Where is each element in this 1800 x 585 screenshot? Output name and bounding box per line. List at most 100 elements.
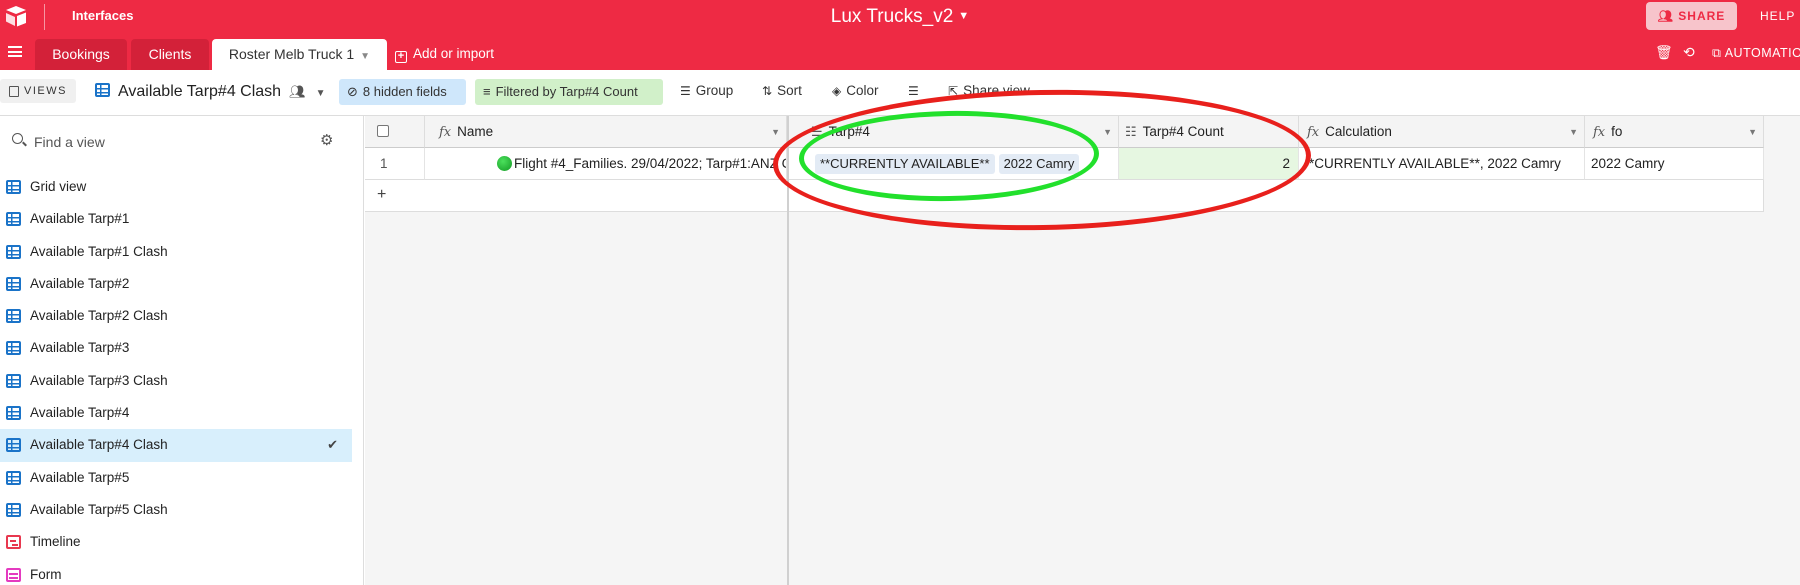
view-item-available-tarp1[interactable]: Available Tarp#1	[0, 203, 352, 235]
add-row-area[interactable]	[789, 180, 1764, 212]
gear-icon[interactable]: ⚙	[320, 131, 333, 149]
automations-icon: ⧉	[1712, 46, 1725, 60]
current-view-switcher[interactable]: Available Tarp#4 Clash 👥︎ ▼	[95, 83, 326, 101]
view-item-label: Form	[30, 566, 62, 582]
collaborative-view-icon: 👥︎	[289, 84, 306, 99]
table-row-tarp4-count-cell[interactable]: 2	[1119, 148, 1299, 180]
chevron-down-icon[interactable]: ▼	[958, 10, 969, 22]
column-header-tarp4-count[interactable]: ☷ Tarp#4 Count	[1119, 116, 1299, 148]
view-item-label: Available Tarp#4	[30, 405, 130, 421]
grid-view-icon	[6, 276, 21, 291]
find-view-input[interactable]	[34, 130, 294, 154]
grid-view-icon	[6, 502, 21, 517]
view-item-label: Available Tarp#3 Clash	[30, 372, 168, 388]
hidden-fields-button[interactable]: ⊘ 8 hidden fields	[339, 79, 466, 105]
chevron-down-icon[interactable]: ▼	[316, 88, 326, 99]
view-item-label: Available Tarp#4 Clash	[30, 437, 168, 453]
select-all-checkbox[interactable]	[377, 125, 389, 137]
column-header-label: Tarp#4	[828, 124, 870, 139]
tab-bookings[interactable]: Bookings	[35, 39, 127, 70]
add-or-import-button[interactable]: + Add or import	[395, 46, 494, 63]
hamburger-menu-icon[interactable]	[8, 46, 22, 57]
filter-button[interactable]: ≡ Filtered by Tarp#4 Count	[475, 79, 663, 105]
view-item-label: Available Tarp#1 Clash	[30, 243, 168, 259]
view-item-available-tarp5[interactable]: Available Tarp#5	[0, 462, 352, 494]
column-header-calculation[interactable]: fx Calculation ▼	[1299, 116, 1585, 148]
views-toggle-button[interactable]: VIEWS	[0, 79, 76, 103]
sort-icon: ⇅	[762, 84, 773, 98]
sort-label: Sort	[777, 83, 802, 98]
plus-icon: +	[377, 186, 387, 203]
view-item-label: Available Tarp#5	[30, 469, 130, 485]
view-item-grid-view[interactable]: Grid view	[0, 171, 352, 203]
grid-view-icon	[6, 406, 21, 421]
table-row-tarp4-cell[interactable]: **CURRENTLY AVAILABLE** 2022 Camry	[789, 148, 1119, 180]
view-item-available-tarp1-clash[interactable]: Available Tarp#1 Clash	[0, 236, 352, 268]
view-item-timeline[interactable]: Timeline	[0, 526, 352, 558]
tab-clients[interactable]: Clients	[131, 39, 209, 70]
base-title[interactable]: Lux Trucks_v2 ▼	[0, 6, 1800, 28]
table-row-calculation-cell[interactable]: *CURRENTLY AVAILABLE**, 2022 Camry	[1299, 148, 1585, 180]
column-header-name[interactable]: fx Name ▼	[425, 116, 787, 148]
tab-label: Clients	[148, 46, 192, 62]
grid-view-icon	[6, 341, 21, 356]
column-header-tarp4[interactable]: ☰ Tarp#4 ▼	[789, 116, 1119, 148]
share-view-button[interactable]: ⇱ Share view	[948, 83, 1030, 98]
formula-icon: fx	[1593, 125, 1606, 140]
group-button[interactable]: ☰ Group	[680, 83, 733, 98]
row-height-button[interactable]: ☰	[908, 83, 924, 98]
column-header-label: Calculation	[1325, 124, 1392, 139]
chevron-down-icon[interactable]: ▼	[1569, 116, 1578, 147]
column-header-label: fo	[1611, 124, 1623, 139]
help-link[interactable]: HELP	[1760, 9, 1795, 23]
tab-roster-melb-truck-1[interactable]: Roster Melb Truck 1 ▼	[212, 39, 387, 70]
formula-icon: fx	[439, 125, 452, 140]
table-tab-bar: Bookings Clients Roster Melb Truck 1 ▼ + A…	[0, 34, 1800, 70]
add-row-button[interactable]: +	[365, 180, 787, 212]
history-icon[interactable]: ⟲	[1683, 44, 1695, 61]
view-item-available-tarp5-clash[interactable]: Available Tarp#5 Clash	[0, 494, 352, 526]
frozen-column-divider[interactable]	[787, 116, 789, 585]
count-icon: ☷	[1125, 125, 1137, 140]
automations-button[interactable]: ⧉ AUTOMATIONS	[1712, 46, 1800, 61]
chevron-down-icon[interactable]: ▼	[771, 116, 780, 147]
row-number[interactable]: 1	[365, 148, 425, 180]
base-name[interactable]: Lux Trucks_v2	[831, 6, 954, 27]
table-row-fo-cell[interactable]: 2022 Camry	[1585, 148, 1764, 180]
view-item-label: Timeline	[30, 534, 81, 550]
view-item-available-tarp3[interactable]: Available Tarp#3	[0, 332, 352, 364]
hidden-fields-label: 8 hidden fields	[362, 84, 447, 99]
view-item-available-tarp4-clash[interactable]: Available Tarp#4 Clash ✔	[0, 429, 352, 462]
view-item-available-tarp4[interactable]: Available Tarp#4	[0, 397, 352, 429]
sort-button[interactable]: ⇅ Sort	[762, 83, 802, 98]
view-toolbar: VIEWS Available Tarp#4 Clash 👥︎ ▼ ⊘ 8 hidde…	[0, 70, 1800, 116]
view-item-label: Available Tarp#1	[30, 211, 130, 227]
view-item-label: Grid view	[30, 179, 87, 194]
view-list: Grid view Available Tarp#1 Available Tar…	[0, 171, 352, 585]
grid-view-icon	[6, 470, 21, 485]
chevron-down-icon[interactable]: ▼	[360, 51, 370, 62]
formula-icon: fx	[1307, 125, 1320, 140]
view-item-available-tarp3-clash[interactable]: Available Tarp#3 Clash	[0, 365, 352, 397]
chevron-down-icon[interactable]: ▼	[1103, 116, 1112, 147]
view-item-form[interactable]: Form	[0, 559, 352, 585]
people-icon: 👥︎	[1657, 9, 1679, 23]
share-button[interactable]: 👥︎ SHARE	[1646, 2, 1737, 30]
trash-icon[interactable]: 🗑︎	[1655, 44, 1673, 61]
grid-view-icon	[6, 180, 21, 194]
views-label: VIEWS	[24, 85, 67, 97]
view-item-available-tarp2-clash[interactable]: Available Tarp#2 Clash	[0, 300, 352, 332]
grid-view-icon	[6, 373, 21, 388]
column-header-fo[interactable]: fx fo ▼	[1585, 116, 1764, 148]
share-view-label: Share view	[963, 83, 1030, 98]
select-all-header	[365, 116, 425, 148]
view-item-available-tarp2[interactable]: Available Tarp#2	[0, 268, 352, 300]
grid-view-icon	[95, 83, 110, 97]
color-button[interactable]: ◈ Color	[832, 83, 879, 98]
paint-bucket-icon: ◈	[832, 84, 842, 98]
table-row-name-cell[interactable]: Flight #4_Families. 29/04/2022; Tarp#1:A…	[425, 148, 787, 180]
plus-icon: +	[395, 51, 407, 63]
linked-record-pill[interactable]: **CURRENTLY AVAILABLE**	[815, 154, 995, 174]
chevron-down-icon[interactable]: ▼	[1748, 116, 1757, 147]
linked-record-pill[interactable]: 2022 Camry	[998, 154, 1080, 174]
